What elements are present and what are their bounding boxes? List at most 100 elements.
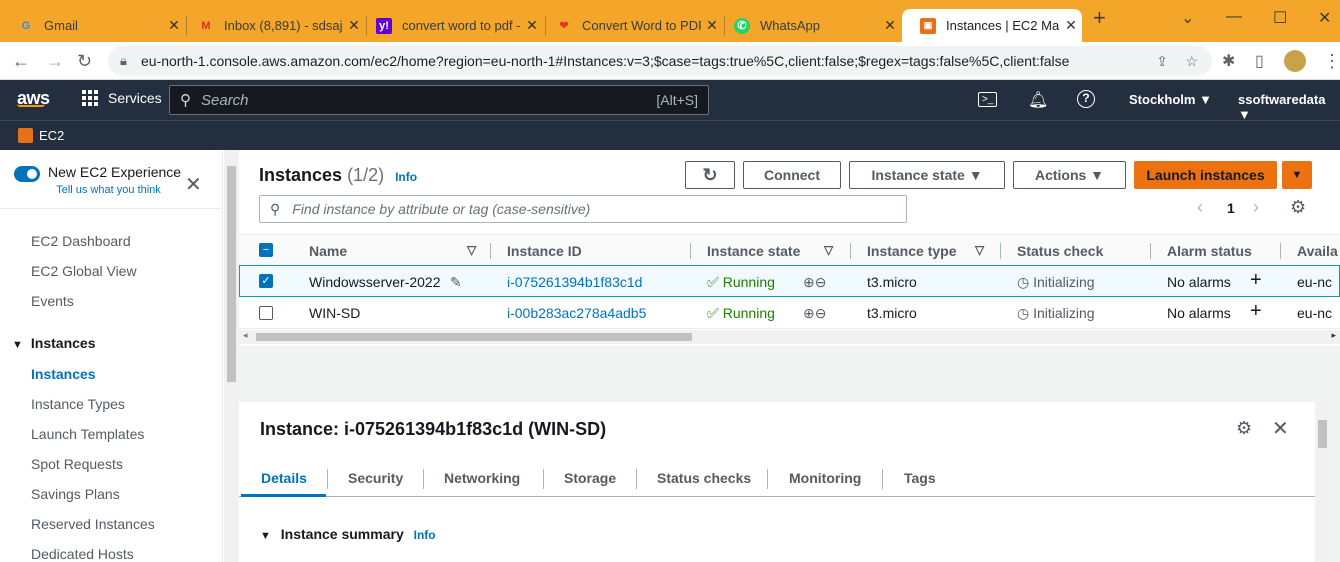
refresh-button[interactable]: ↻	[685, 161, 735, 189]
tab-details[interactable]: Details	[261, 470, 307, 486]
scrollbar-thumb[interactable]	[1318, 420, 1327, 448]
service-name[interactable]: EC2	[39, 128, 64, 143]
feedback-link[interactable]: Tell us what you think	[36, 184, 181, 196]
detail-scrollbar[interactable]	[1315, 402, 1330, 562]
search-input[interactable]: ⚲ Search [Alt+S]	[169, 85, 709, 115]
row-checkbox[interactable]: ✓	[259, 274, 273, 288]
close-icon[interactable]: ✕	[879, 17, 901, 34]
tab-ec2[interactable]: ▣ Instances | EC2 Mana ✕	[902, 9, 1082, 42]
bell-icon[interactable]: 🔔︎	[1028, 90, 1048, 110]
instance-state-button[interactable]: Instance state ▼	[849, 161, 1005, 189]
sidebar-item-dashboard[interactable]: EC2 Dashboard	[31, 233, 131, 249]
edit-icon[interactable]: ✎	[450, 274, 462, 291]
tab-yahoo[interactable]: y! convert word to pdf - ✕	[358, 9, 543, 42]
tab-storage[interactable]: Storage	[564, 470, 616, 486]
scroll-left-icon[interactable]: ◂	[243, 330, 248, 341]
connect-button[interactable]: Connect	[743, 161, 841, 189]
info-link[interactable]: Info	[395, 170, 417, 184]
window-close-icon[interactable]: ✕	[1318, 8, 1331, 28]
col-name[interactable]: Name	[309, 243, 347, 259]
share-icon[interactable]: ⇪	[1156, 53, 1168, 70]
launch-dropdown-button[interactable]: ▼	[1282, 161, 1312, 189]
tab-status-checks[interactable]: Status checks	[657, 470, 751, 486]
chevron-down-icon[interactable]: ⌄	[1181, 8, 1194, 28]
actions-button[interactable]: Actions ▼	[1013, 161, 1126, 189]
col-instance-type[interactable]: Instance type	[867, 243, 956, 259]
sidebar-item-reserved-instances[interactable]: Reserved Instances	[31, 516, 155, 532]
profile-avatar[interactable]	[1284, 50, 1306, 72]
scrollbar-thumb[interactable]	[227, 166, 236, 382]
col-status-check[interactable]: Status check	[1017, 243, 1103, 259]
col-instance-id[interactable]: Instance ID	[507, 243, 582, 259]
sidebar-item-spot-requests[interactable]: Spot Requests	[31, 456, 123, 472]
account-menu[interactable]: ssoftwaredata ▼	[1238, 92, 1340, 122]
close-icon[interactable]: ✕	[185, 172, 202, 197]
col-alarm-status[interactable]: Alarm status	[1167, 243, 1252, 259]
row-checkbox[interactable]	[259, 306, 273, 320]
sort-icon[interactable]: ▽	[824, 243, 833, 257]
reload-icon[interactable]: ↻	[77, 51, 92, 72]
add-alarm-icon[interactable]: +	[1250, 269, 1262, 292]
close-icon[interactable]: ✕	[1272, 416, 1289, 441]
aws-logo[interactable]: aws	[17, 88, 50, 108]
back-icon[interactable]: ←	[12, 51, 30, 72]
tab-networking[interactable]: Networking	[444, 470, 520, 486]
table-row[interactable]: ✓ Windowsserver-2022 ✎ i-075261394b1f83c…	[239, 265, 1340, 297]
launch-instances-button[interactable]: Launch instances	[1134, 161, 1277, 189]
bookmark-star-icon[interactable]: ☆	[1185, 53, 1198, 70]
sidebar-item-events[interactable]: Events	[31, 293, 74, 309]
sidebar-item-instance-types[interactable]: Instance Types	[31, 396, 125, 412]
forward-icon[interactable]: →	[46, 51, 64, 72]
select-all-checkbox[interactable]: −	[259, 243, 273, 257]
region-selector[interactable]: Stockholm ▼	[1129, 92, 1212, 107]
new-tab-icon[interactable]: +	[1093, 5, 1106, 31]
scrollbar-thumb[interactable]	[256, 333, 692, 341]
new-experience-toggle[interactable]: New EC2 Experience Tell us what you thin…	[14, 164, 181, 196]
sidebar-section-instances[interactable]: ▼ Instances	[12, 335, 95, 351]
tab-gmail[interactable]: G Gmail ✕	[0, 9, 185, 42]
help-icon[interactable]: ?	[1077, 90, 1095, 108]
sidebar-item-launch-templates[interactable]: Launch Templates	[31, 426, 144, 442]
sidebar-item-savings-plans[interactable]: Savings Plans	[31, 486, 120, 502]
url-field[interactable]: 🔒︎ eu-north-1.console.aws.amazon.com/ec2…	[108, 46, 1212, 76]
prev-page-icon[interactable]: ‹	[1197, 197, 1203, 218]
col-availability-zone[interactable]: Availa	[1297, 243, 1338, 259]
zoom-icons[interactable]: ⊕⊖	[803, 274, 826, 291]
sidebar-scrollbar[interactable]	[224, 150, 239, 562]
close-icon[interactable]: ✕	[1060, 17, 1082, 34]
tab-inbox[interactable]: M Inbox (8,891) - sdsajid ✕	[180, 9, 365, 42]
next-page-icon[interactable]: ›	[1253, 197, 1259, 218]
tab-tags[interactable]: Tags	[904, 470, 936, 486]
instance-summary-header[interactable]: ▼ Instance summary Info	[260, 526, 436, 542]
info-link[interactable]: Info	[414, 528, 436, 542]
tab-convert[interactable]: ❤ Convert Word to PDF ✕	[538, 9, 723, 42]
cell-instance-id[interactable]: i-00b283ac278a4adb5	[507, 305, 646, 321]
table-scrollbar[interactable]: ◂ ▸	[239, 330, 1340, 344]
scroll-right-icon[interactable]: ▸	[1331, 330, 1336, 341]
tab-monitoring[interactable]: Monitoring	[789, 470, 861, 486]
tab-security[interactable]: Security	[348, 470, 403, 486]
sort-icon[interactable]: ▽	[975, 243, 984, 257]
tab-whatsapp[interactable]: ✆ WhatsApp ✕	[716, 9, 901, 42]
page-number[interactable]: 1	[1227, 200, 1235, 216]
toggle-switch[interactable]	[14, 166, 40, 182]
maximize-icon[interactable]: ☐	[1273, 8, 1287, 28]
gear-icon[interactable]: ⚙	[1236, 418, 1252, 439]
sidebar-item-dedicated-hosts[interactable]: Dedicated Hosts	[31, 546, 134, 562]
sidebar-item-global-view[interactable]: EC2 Global View	[31, 263, 137, 279]
sort-icon[interactable]: ▽	[467, 243, 476, 257]
sidebar-item-instances[interactable]: Instances	[31, 366, 96, 382]
cloudshell-icon[interactable]: >_	[978, 92, 998, 107]
gear-icon[interactable]: ⚙	[1290, 197, 1306, 218]
side-panel-icon[interactable]: ▯	[1255, 51, 1264, 71]
extensions-icon[interactable]: ✱	[1222, 51, 1235, 71]
add-alarm-icon[interactable]: +	[1250, 300, 1262, 323]
cell-instance-id[interactable]: i-075261394b1f83c1d	[507, 274, 642, 290]
filter-input[interactable]: ⚲ Find instance by attribute or tag (cas…	[259, 195, 907, 223]
minimize-icon[interactable]: —	[1226, 8, 1242, 26]
zoom-icons[interactable]: ⊕⊖	[803, 305, 826, 322]
menu-icon[interactable]: ⋮	[1323, 51, 1340, 72]
col-instance-state[interactable]: Instance state	[707, 243, 800, 259]
table-row[interactable]: WIN-SD i-00b283ac278a4adb5 ✅︎ Running ⊕⊖…	[239, 297, 1340, 329]
services-menu[interactable]: Services	[82, 90, 162, 106]
